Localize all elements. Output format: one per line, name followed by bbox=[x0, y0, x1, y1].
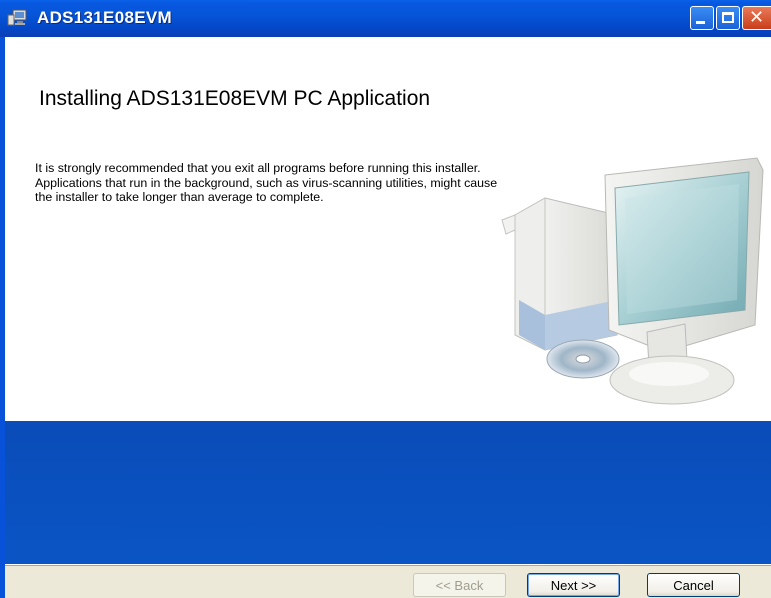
close-icon: ✕ bbox=[749, 7, 765, 28]
window-title: ADS131E08EVM bbox=[37, 8, 172, 27]
next-button[interactable]: Next >> bbox=[527, 573, 620, 597]
cancel-button[interactable]: Cancel bbox=[647, 573, 740, 597]
minimize-button[interactable] bbox=[690, 6, 714, 30]
footer-divider bbox=[5, 565, 771, 566]
page-heading: Installing ADS131E08EVM PC Application bbox=[39, 87, 431, 110]
back-button[interactable]: << Back bbox=[413, 573, 506, 597]
close-button[interactable]: ✕ bbox=[742, 6, 771, 30]
title-bar[interactable]: ADS131E08EVM ✕ bbox=[0, 0, 771, 37]
setup-computer-icon bbox=[7, 9, 27, 26]
description-text: It is strongly recommended that you exit… bbox=[35, 161, 498, 204]
computer-with-disc-icon bbox=[501, 157, 764, 405]
maximize-icon bbox=[722, 12, 734, 23]
minimize-icon bbox=[696, 21, 705, 24]
maximize-button[interactable] bbox=[716, 6, 740, 30]
button-bar: << Back Next >> Cancel bbox=[5, 564, 771, 598]
content-panel: Installing ADS131E08EVM PC Application I… bbox=[5, 37, 771, 421]
blue-banner bbox=[5, 421, 771, 564]
